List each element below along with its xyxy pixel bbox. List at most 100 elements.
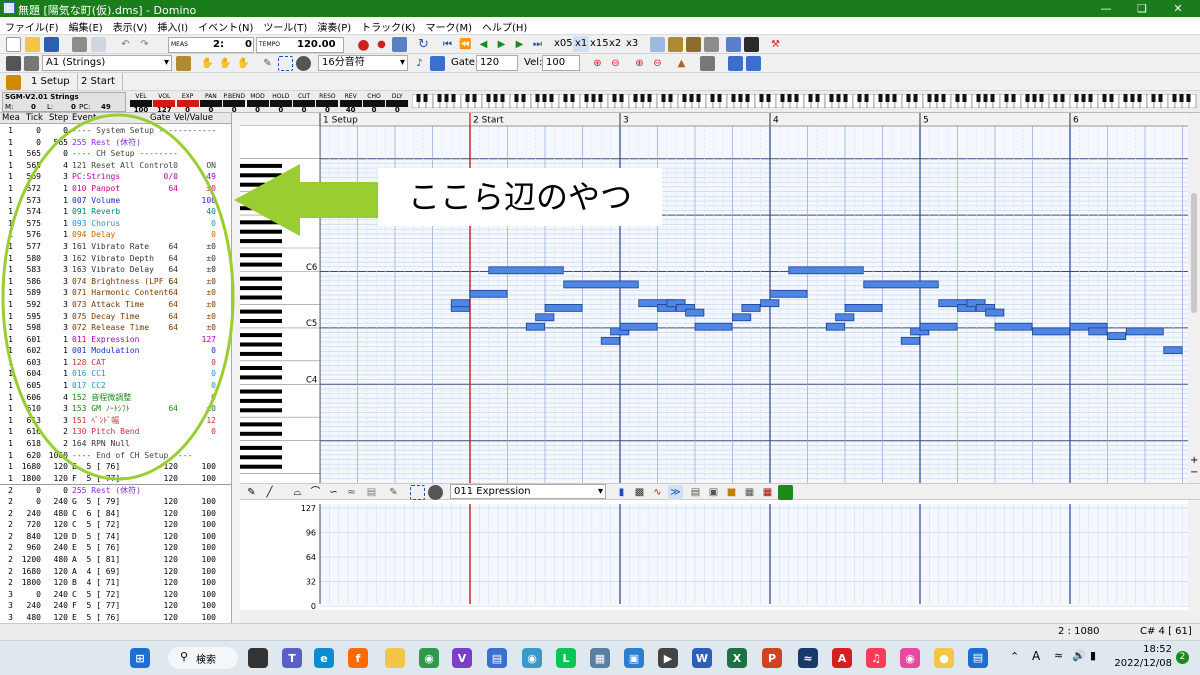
event-row[interactable]: 1 589 3 071 Harmonic Content 64 ±0 xyxy=(0,287,231,299)
event-row[interactable]: 2 1200 480 A 5 [ 81] 120 100 xyxy=(0,554,231,566)
note[interactable] xyxy=(525,322,545,331)
zoom-in-icon[interactable]: ⊕ xyxy=(590,56,605,71)
note[interactable] xyxy=(788,266,864,275)
visual-studio-icon[interactable]: V xyxy=(452,648,472,668)
wrench-icon[interactable]: ⚒ xyxy=(768,37,783,52)
firefox-icon[interactable]: f xyxy=(348,648,368,668)
measure-ruler[interactable] xyxy=(240,113,1188,126)
event-row[interactable]: 1 620 1060 ---- End of CH Setup ---- xyxy=(0,450,231,462)
note[interactable] xyxy=(619,322,658,331)
note[interactable] xyxy=(835,313,855,322)
black-key[interactable] xyxy=(240,319,282,323)
note[interactable] xyxy=(1107,332,1127,341)
black-key[interactable] xyxy=(240,455,282,460)
excel-icon[interactable]: X xyxy=(727,648,747,668)
controller-select[interactable]: 011 Expression ▾ xyxy=(450,484,606,499)
note[interactable] xyxy=(994,322,1033,331)
menu-track[interactable]: トラック(K) xyxy=(356,17,420,36)
undo-icon[interactable]: ↶ xyxy=(118,37,133,52)
note[interactable] xyxy=(741,303,761,312)
quantize-icon[interactable]: ▲ xyxy=(674,56,689,71)
music-icon[interactable]: ♫ xyxy=(866,648,886,668)
chrome-icon[interactable]: ◉ xyxy=(419,648,439,668)
black-key[interactable] xyxy=(240,196,282,201)
note[interactable] xyxy=(535,313,555,322)
zoom-v-in-icon[interactable]: ⊕ xyxy=(632,56,647,71)
hand-move-icon[interactable]: ✋ xyxy=(236,56,251,71)
note[interactable] xyxy=(488,266,564,275)
black-key[interactable] xyxy=(240,182,282,187)
event-row[interactable]: 1 0 0 ---- System Setup ------------ xyxy=(0,125,231,137)
menu-play[interactable]: 演奏(P) xyxy=(312,17,356,36)
event-row[interactable]: 2 1680 120 A 4 [ 69] 120 100 xyxy=(0,566,231,578)
windows-start-icon[interactable]: ⊞ xyxy=(130,648,150,668)
metronome-icon[interactable] xyxy=(392,37,407,52)
clock-time[interactable]: 18:52 xyxy=(1124,644,1172,655)
black-key[interactable] xyxy=(240,351,282,356)
note[interactable] xyxy=(563,280,639,289)
app-icon-1[interactable]: ◉ xyxy=(522,648,542,668)
image-icon[interactable]: ▦ xyxy=(760,485,775,500)
note[interactable] xyxy=(544,303,583,312)
curve-tool-icon[interactable]: ⌓ xyxy=(290,485,305,500)
note[interactable] xyxy=(760,299,780,308)
new-file-icon[interactable] xyxy=(6,37,21,52)
staff-view-icon[interactable] xyxy=(686,37,701,52)
curve2-tool-icon[interactable]: ⌒ xyxy=(308,485,323,500)
event-row[interactable]: 2 0 0 255 Rest (休符) xyxy=(0,484,231,496)
note[interactable] xyxy=(450,299,470,308)
black-key[interactable] xyxy=(240,295,282,300)
event-row[interactable]: 1 574 1 091 Reverb 40 xyxy=(0,206,231,218)
event-row[interactable]: 1 605 1 017 CC2 0 xyxy=(0,380,231,392)
note-icon[interactable]: ♪ xyxy=(412,56,427,71)
scroll-thumb[interactable] xyxy=(1191,193,1197,313)
controller-pane[interactable]: 127 96 64 32 0 xyxy=(240,500,1188,611)
notepad-icon[interactable]: ▤ xyxy=(487,648,507,668)
zoom-v-out-icon[interactable]: ⊖ xyxy=(650,56,665,71)
skip-end-icon[interactable]: ⏭ xyxy=(530,37,545,52)
note[interactable] xyxy=(1163,346,1183,355)
note[interactable] xyxy=(469,289,508,298)
event-row[interactable]: 1 613 3 151 ﾍﾞﾝﾄﾞ幅 12 xyxy=(0,415,231,427)
event-row[interactable]: 1 604 1 016 CC1 0 xyxy=(0,368,231,380)
search-box[interactable]: ⚲ 検索 xyxy=(168,647,238,669)
record-pause-icon[interactable]: ● xyxy=(374,37,389,52)
meter-view-icon[interactable] xyxy=(744,37,759,52)
event-row[interactable]: 1 602 1 001 Modulation 0 xyxy=(0,345,231,357)
note[interactable] xyxy=(900,336,920,345)
event-row[interactable]: 1 580 3 162 Vibrato Depth 64 ±0 xyxy=(0,253,231,265)
battery-icon[interactable]: ▮ xyxy=(1090,649,1096,662)
ramp-icon[interactable]: ≫ xyxy=(668,485,683,500)
acrobat-icon[interactable]: A xyxy=(832,648,852,668)
menu-edit[interactable]: 編集(E) xyxy=(64,17,108,36)
event-row[interactable]: 1 575 1 093 Chorus 0 xyxy=(0,218,231,230)
stamp-icon[interactable]: ▣ xyxy=(706,485,721,500)
event-row[interactable]: 1 573 1 007 Volume 100 xyxy=(0,195,231,207)
ime-indicator[interactable]: A xyxy=(1032,649,1040,663)
black-key[interactable] xyxy=(240,422,282,427)
menu-view[interactable]: 表示(V) xyxy=(108,17,153,36)
level-icon[interactable]: ▩ xyxy=(632,485,647,500)
event-row[interactable]: 2 840 120 D 5 [ 74] 120 100 xyxy=(0,531,231,543)
speaker-icon[interactable]: 🔊 xyxy=(1072,649,1086,662)
rewind-icon[interactable]: ⏪ xyxy=(458,37,473,52)
gate-input[interactable]: 120 xyxy=(476,55,518,71)
black-key[interactable] xyxy=(240,389,282,394)
speed-x2[interactable]: x2 xyxy=(609,36,621,52)
note[interactable] xyxy=(825,322,845,331)
prev-icon[interactable]: ◀ xyxy=(476,37,491,52)
event-row[interactable]: 1 576 1 094 Delay 0 xyxy=(0,229,231,241)
app-icon-2[interactable]: ▣ xyxy=(624,648,644,668)
vel-input[interactable]: 100 xyxy=(542,55,580,71)
note[interactable] xyxy=(985,308,1005,317)
black-key[interactable] xyxy=(240,206,282,211)
menu-insert[interactable]: 挿入(I) xyxy=(152,17,193,36)
hand-select-icon[interactable]: ✋ xyxy=(218,56,233,71)
black-key[interactable] xyxy=(240,173,282,178)
zoom-out-icon[interactable]: ⊖ xyxy=(608,56,623,71)
col-step[interactable]: Step xyxy=(49,113,68,124)
teams-icon[interactable]: T xyxy=(282,648,302,668)
note-length-select[interactable]: 16分音符 ▾ xyxy=(318,55,408,71)
black-key[interactable] xyxy=(240,375,282,380)
close-button[interactable]: ✕ xyxy=(1164,1,1192,16)
